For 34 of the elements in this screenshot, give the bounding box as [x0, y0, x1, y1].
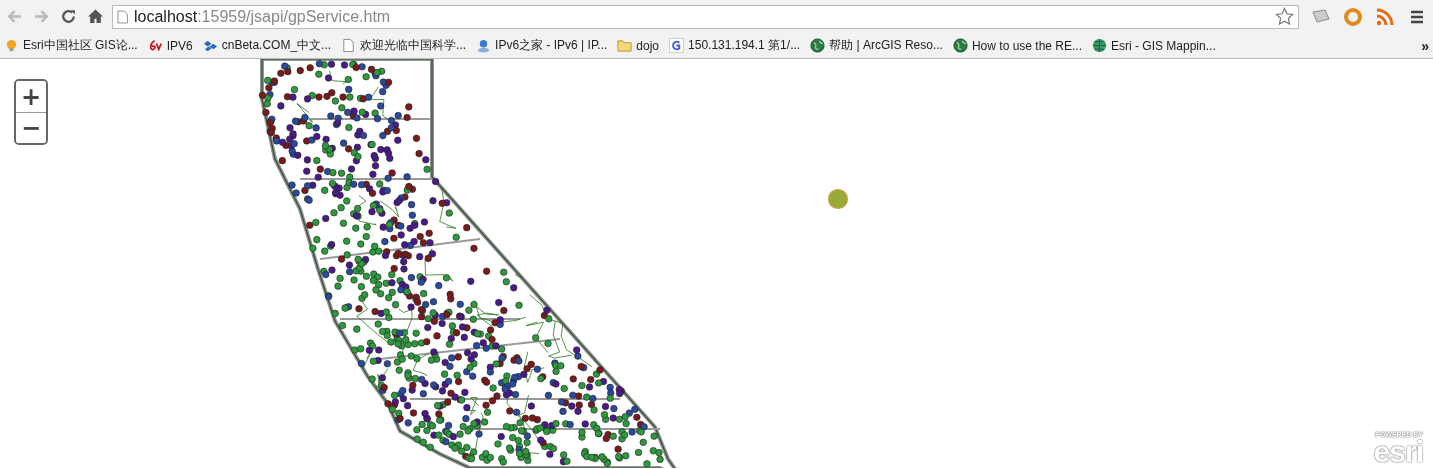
ring-icon[interactable] [1343, 6, 1363, 27]
bookmark-item[interactable]: IPv6之家 - IPv6 | IP... [476, 37, 608, 54]
back-icon[interactable] [6, 8, 23, 25]
six-v-icon [147, 38, 163, 53]
home-icon[interactable] [87, 8, 104, 25]
forward-icon[interactable] [33, 8, 50, 25]
globe-icon [810, 38, 826, 53]
bookmark-item[interactable]: cnBeta.COM_中文... [202, 37, 332, 54]
bookmark-item[interactable]: dojo [617, 38, 660, 53]
bookmark-item[interactable]: Esri中国社区 GIS论... [4, 37, 138, 54]
letter-g-icon [669, 38, 685, 53]
point-marker [827, 188, 849, 210]
zoom-out-button[interactable]: − [16, 112, 46, 143]
reload-icon[interactable] [60, 8, 77, 25]
bookmark-item[interactable]: 150.131.194.1 第1/... [669, 37, 801, 54]
cubes-icon [202, 38, 218, 53]
bookmark-item[interactable]: Esri - GIS Mappin... [1092, 38, 1216, 53]
bookmark-item[interactable]: How to use the RE... [952, 38, 1082, 53]
url-text: localhost:15959/jsapi/gpService.htm [134, 7, 392, 26]
page-icon [341, 38, 357, 53]
more-bookmarks-button[interactable]: » [1421, 37, 1429, 54]
grid-globe-icon [1092, 38, 1107, 53]
address-bar[interactable]: localhost:15959/jsapi/gpService.htm [112, 4, 1299, 29]
bulb-icon [4, 38, 19, 53]
globe-icon [952, 38, 968, 53]
bookmark-item[interactable]: IPV6 [147, 38, 193, 53]
esri-logo: esri [1373, 438, 1423, 465]
star-icon[interactable] [1275, 7, 1294, 26]
rss-icon[interactable] [1375, 6, 1395, 27]
folder-icon [617, 38, 633, 53]
page-icon [117, 9, 128, 24]
person-icon [476, 38, 492, 53]
bookmark-item[interactable]: 欢迎光临中国科学... [341, 37, 467, 54]
bookmark-item[interactable]: 帮助 | ArcGIS Reso... [810, 37, 943, 54]
